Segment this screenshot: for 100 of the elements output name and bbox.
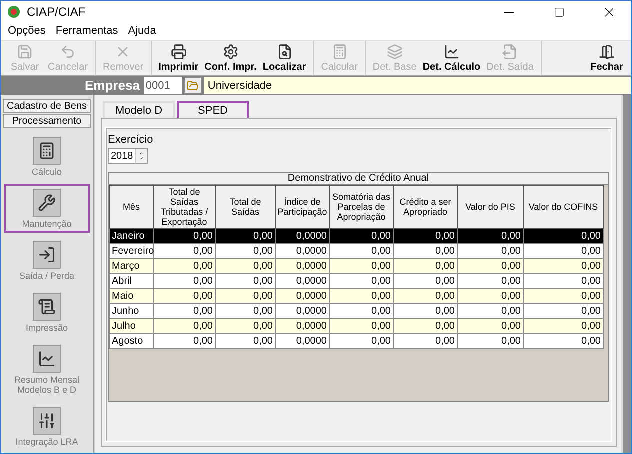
table-cell: 0,00 (216, 228, 276, 244)
table-cell: 0,00 (394, 288, 458, 304)
table-cell: Junho (110, 304, 154, 318)
table-cell: 0,00 (330, 228, 394, 244)
column-header: Índice de Participação (276, 186, 330, 228)
table-cell: 0,0000 (276, 228, 330, 244)
table-cell: 0,00 (330, 304, 394, 318)
column-header: Crédito a ser Apropriado (394, 186, 458, 228)
table-cell: 0,00 (154, 258, 216, 274)
table-cell: 0,0000 (276, 304, 330, 318)
printer-icon (170, 44, 187, 60)
calculator-icon (332, 44, 348, 60)
year-spinner[interactable]: 2018 (108, 148, 148, 164)
exercise-label: Exercício (108, 134, 154, 146)
menu-item[interactable]: Opções (3, 23, 51, 40)
globe-icon (7, 5, 21, 19)
table-cell: 0,00 (458, 244, 524, 258)
table-cell: 0,00 (154, 334, 216, 348)
table-cell: 0,00 (330, 318, 394, 334)
folder-icon (186, 80, 199, 92)
toolbar-button[interactable]: Conf. Impr. (202, 41, 260, 75)
table-cell: 0,00 (216, 334, 276, 348)
window-title: CIAP/CIAF (27, 5, 87, 19)
table-cell: 0,00 (216, 304, 276, 318)
table-cell: 0,00 (458, 318, 524, 334)
table-cell: 0,00 (154, 228, 216, 244)
column-header: Valor do PIS (458, 186, 524, 228)
column-header: Mês (110, 186, 154, 228)
chart-icon (33, 345, 61, 373)
company-label: Empresa (85, 78, 141, 93)
table-cell: 0,0000 (276, 288, 330, 304)
table-cell: 0,00 (394, 274, 458, 288)
table-cell: 0,00 (330, 258, 394, 274)
company-code-field[interactable]: 0001 (144, 77, 182, 94)
calculator-icon (33, 137, 61, 165)
toolbar-button[interactable]: Fechar (587, 41, 627, 75)
table-cell: 0,00 (524, 334, 604, 348)
table-cell: Abril (110, 274, 154, 288)
menu-item[interactable]: Ferramentas (50, 23, 124, 40)
settings-icon (222, 44, 239, 60)
table-cell: 0,00 (458, 228, 524, 244)
table-cell: Julho (110, 318, 154, 334)
table-cell: 0,00 (524, 258, 604, 274)
document-icon (502, 44, 518, 60)
table-cell: 0,00 (216, 258, 276, 274)
sliders-icon (33, 407, 61, 435)
table-cell: 0,0000 (276, 334, 330, 348)
table-cell: 0,00 (458, 274, 524, 288)
table-cell: 0,00 (154, 304, 216, 318)
undo-icon (60, 44, 76, 60)
column-header: Somatória das Parcelas de Apropriação (330, 186, 394, 228)
table-cell: 0,00 (154, 274, 216, 288)
toolbar-button[interactable]: Det. Cálculo (420, 41, 484, 75)
chart-icon (444, 44, 460, 60)
document-icon (33, 293, 61, 321)
table-cell: 0,00 (216, 244, 276, 258)
door-icon (599, 44, 615, 60)
table-cell: 0,00 (458, 304, 524, 318)
table-cell: Fevereiro (110, 244, 154, 258)
table-cell: Agosto (110, 334, 154, 348)
spin-buttons[interactable] (135, 149, 147, 163)
table-cell: 0,0000 (276, 258, 330, 274)
table-cell: 0,00 (154, 288, 216, 304)
table-cell: 0,00 (394, 244, 458, 258)
company-name-field[interactable]: Universidade (204, 77, 631, 94)
table-cell: 0,00 (216, 274, 276, 288)
table-cell: 0,00 (458, 288, 524, 304)
tab[interactable]: Modelo D (103, 101, 175, 118)
table-cell: 0,00 (394, 318, 458, 334)
table-cell: 0,0000 (276, 274, 330, 288)
table-cell: 0,00 (394, 334, 458, 348)
table-cell: 0,00 (216, 288, 276, 304)
toolbar-button[interactable]: Imprimir (156, 41, 202, 75)
open-folder-button[interactable] (184, 77, 202, 94)
tab[interactable]: SPED (177, 101, 249, 118)
menu-item[interactable]: Ajuda (123, 23, 162, 40)
wrench-icon (33, 189, 61, 217)
table-cell: 0,00 (524, 304, 604, 318)
table-cell: 0,0000 (276, 318, 330, 334)
column-header: Total de Saídas Tributadas / Exportação (154, 186, 216, 228)
table-cell: 0,00 (394, 228, 458, 244)
table-cell: 0,00 (154, 244, 216, 258)
table-cell: 0,00 (524, 244, 604, 258)
table-cell: 0,00 (524, 288, 604, 304)
layers-icon (386, 44, 403, 60)
column-header: Total de Saídas (216, 186, 276, 228)
table-cell: 0,00 (330, 288, 394, 304)
table-cell: 0,00 (524, 274, 604, 288)
sidebar-tab[interactable]: Processamento (3, 114, 91, 128)
toolbar-button[interactable]: Localizar (260, 41, 310, 75)
table-cell: 0,00 (524, 318, 604, 334)
grid-caption: Demonstrativo de Crédito Anual (109, 173, 608, 185)
table-cell: Março (110, 258, 154, 274)
table-cell: Maio (110, 288, 154, 304)
table-cell: 0,00 (394, 258, 458, 274)
sidebar-tab[interactable]: Cadastro de Bens (3, 99, 91, 113)
table-cell: 0,0000 (276, 244, 330, 258)
column-header: Valor do COFINS (524, 186, 604, 228)
search-document-icon (276, 44, 293, 60)
table-cell: 0,00 (330, 244, 394, 258)
